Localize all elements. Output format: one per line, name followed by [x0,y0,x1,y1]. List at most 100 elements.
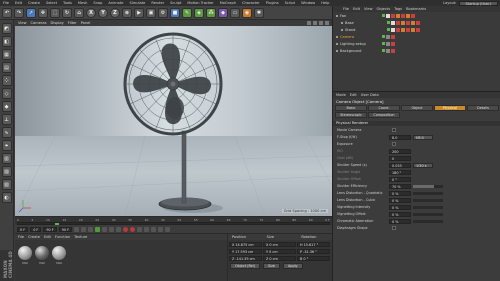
tag-icon[interactable] [411,20,415,25]
object-name[interactable]: Base [345,21,387,25]
size-mode-dropdown[interactable]: Size [263,263,280,269]
workplane-icon[interactable]: ▥ [1,153,12,164]
tweak-mode-icon[interactable]: ∿ [1,127,12,138]
section-header[interactable]: Physical Renderer [333,121,500,126]
tag-icon[interactable] [406,13,410,18]
menu-motion-tracker[interactable]: Motion Tracker [184,1,216,5]
property-value-field[interactable]: 200 [389,148,411,154]
property-slider[interactable] [413,205,443,209]
recent-tools-icon[interactable]: ⌂ [74,7,84,18]
floor-icon[interactable]: ▭ [230,7,240,18]
property-checkbox[interactable] [392,226,396,230]
tag-icon[interactable] [416,20,420,25]
menu-character[interactable]: Character [239,1,263,5]
objects-menu-view[interactable]: View [364,7,373,11]
tag-icon[interactable] [386,34,390,39]
visibility-check-icon[interactable] [387,21,390,24]
object-name[interactable]: Lighting setup [340,42,382,46]
visibility-check-icon[interactable] [382,35,385,38]
property-value-field[interactable]: 0 % [389,190,411,196]
planar-workplane-icon[interactable]: ▧ [1,179,12,190]
spline-pen-icon[interactable]: ✎ [182,7,192,18]
object-row[interactable]: Lighting setup [333,40,500,47]
position-key-icon[interactable] [144,226,150,232]
autokey-icon[interactable] [130,226,136,232]
texture-mode-icon[interactable]: ▦ [1,49,12,60]
menu-create[interactable]: Create [25,1,43,5]
menu-tools[interactable]: Tools [60,1,75,5]
polygons-mode-icon[interactable]: ◆ [1,101,12,112]
tag-icon[interactable] [386,41,390,46]
scale-key-icon[interactable] [151,226,157,232]
tag-icon[interactable] [391,34,395,39]
position-y-field[interactable]: Y 17.593 cm [229,248,262,254]
size-y-field[interactable]: Y 0 cm [263,248,296,254]
tag-icon[interactable] [406,20,410,25]
preview-end-field[interactable]: 90 F [58,226,73,232]
model-mode-icon[interactable]: ◧ [1,36,12,47]
snapping-icon[interactable]: ⌖ [1,140,12,151]
property-slider[interactable] [413,184,443,188]
current-frame-field[interactable]: 0 F [30,226,42,232]
property-value-field[interactable]: 0 % [389,218,411,224]
material-menu-texture[interactable]: Texture [74,235,87,239]
locked-workplane-icon[interactable]: ▨ [1,166,12,177]
visibility-check-icon[interactable] [387,28,390,31]
property-slider[interactable] [413,212,443,216]
material-menu-file[interactable]: File [18,235,24,239]
property-checkbox[interactable] [392,128,396,132]
tag-icon[interactable] [411,27,415,32]
object-expand-icon[interactable] [336,35,338,38]
viewport-menu-display[interactable]: Display [51,21,64,25]
viewport[interactable]: Grid Spacing : 1000 cm [15,26,332,216]
light-icon[interactable]: ✱ [254,7,264,18]
cube-icon[interactable]: ■ [170,7,180,18]
menu-window[interactable]: Window [298,1,318,5]
tag-icon[interactable] [391,41,395,46]
tag-icon[interactable] [416,27,420,32]
tab-coord[interactable]: Coord. [368,105,400,111]
next-key-icon[interactable] [109,226,115,232]
tab-details[interactable]: Details [467,105,499,111]
pan-icon[interactable] [307,21,311,25]
axis-mode-icon[interactable]: ⊥ [1,114,12,125]
objects-menu-file[interactable]: File [343,7,349,11]
rotation-b-field[interactable]: B 0 ° [297,255,330,261]
render-settings-icon[interactable]: ⚙ [158,7,168,18]
tag-icon[interactable] [401,27,405,32]
layout-dropdown[interactable]: Startup (User) [458,0,498,6]
viewport-menu-filter[interactable]: Filter [68,21,77,25]
object-expand-icon[interactable] [341,21,343,24]
attr-menu-user-data[interactable]: User Data [361,93,379,97]
play-icon[interactable] [95,226,101,232]
move-icon[interactable]: ✥ [38,7,48,18]
tab-stereoscopic[interactable]: Stereoscopic [335,112,367,118]
property-checkbox[interactable] [392,142,396,146]
rotation-h-field[interactable]: H 15.617 ° [297,241,330,247]
material-menu-function[interactable]: Function [55,235,70,239]
scale-icon[interactable]: ⬚ [50,7,60,18]
go-to-end-icon[interactable] [116,226,122,232]
property-preset-dropdown[interactable]: 1/30 s [413,162,433,168]
tag-icon[interactable] [401,20,405,25]
objects-menu-objects[interactable]: Objects [377,7,391,11]
material-swatch[interactable] [52,246,66,260]
property-slider[interactable] [413,198,443,202]
object-row[interactable]: Base [333,19,500,26]
property-value-field[interactable]: 70 % [389,183,411,189]
tag-icon[interactable] [396,13,400,18]
property-value-field[interactable]: 0 [389,155,411,161]
material-swatch[interactable] [18,246,32,260]
tag-icon[interactable] [396,27,400,32]
tab-basic[interactable]: Basic [335,105,367,111]
menu-sculpt[interactable]: Sculpt [167,1,184,5]
tag-icon[interactable] [386,13,390,18]
undo-icon[interactable]: ↶ [2,7,12,18]
object-expand-icon[interactable] [341,28,343,31]
object-expand-icon[interactable] [336,14,338,17]
timeline-settings-icon[interactable] [165,226,171,232]
menu-animate[interactable]: Animate [105,1,126,5]
redo-icon[interactable]: ↷ [14,7,24,18]
menu-snap[interactable]: Snap [90,1,105,5]
property-value-field[interactable]: 0 % [389,211,411,217]
